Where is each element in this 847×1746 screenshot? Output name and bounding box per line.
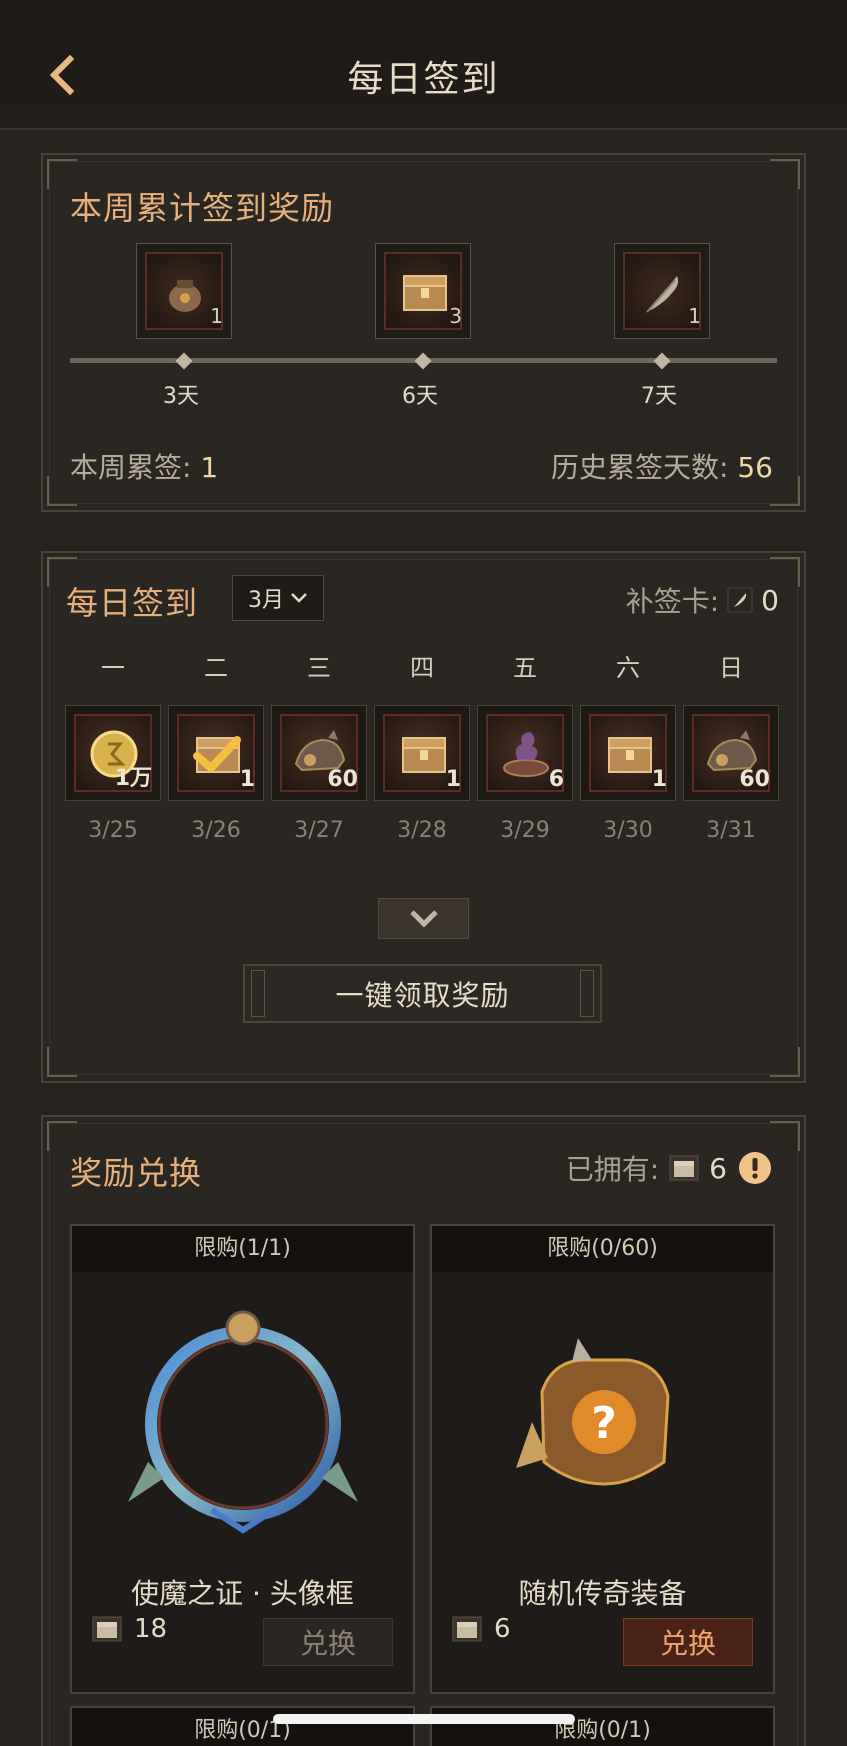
purchase-limit: 限购(1/1)	[72, 1226, 413, 1272]
day-cell-3-25[interactable]: 1万	[65, 705, 161, 801]
button-ornament	[251, 970, 265, 1017]
history-total-label: 历史累签天数:	[551, 451, 729, 484]
owned-currency: 已拥有: 6	[566, 1148, 773, 1188]
day-cell-3-31[interactable]: 60	[683, 705, 779, 801]
reward-count: 1	[210, 304, 223, 328]
day-date: 3/30	[603, 818, 653, 843]
day-cell-3-26[interactable]: 1	[168, 705, 264, 801]
chest-token-icon	[452, 1616, 482, 1642]
chevron-down-icon	[291, 593, 307, 603]
day-reward-count: 1	[651, 767, 667, 792]
claim-all-button[interactable]: 一键领取奖励	[243, 964, 602, 1023]
weekday-label: 四	[410, 654, 434, 682]
day-date: 3/28	[397, 818, 447, 843]
exchange-card-avatar-frame: 限购(1/1) 使魔之证 · 头像框 18 兑换	[70, 1224, 415, 1694]
makeup-card-label: 补签卡:	[625, 585, 720, 618]
page-title: 每日签到	[347, 59, 500, 100]
day-reward-count: 1	[445, 767, 461, 792]
owned-label: 已拥有:	[565, 1153, 660, 1186]
day-cell-3-29[interactable]: 6	[477, 705, 573, 801]
avatar-frame-icon	[128, 1310, 358, 1534]
history-total: 历史累签天数: 56	[551, 446, 773, 486]
week-total: 本周累签: 1	[70, 446, 218, 486]
reward-count: 1	[688, 304, 701, 328]
daily-signin-title: 每日签到	[66, 584, 199, 622]
weekly-reward-slot-3[interactable]: 1	[136, 243, 232, 339]
exchange-card-next: 限购(0/1)	[430, 1706, 775, 1746]
weekday-label: 六	[616, 654, 640, 682]
home-indicator[interactable]	[273, 1714, 575, 1724]
day-reward-count: 1万	[114, 766, 152, 791]
makeup-card-value: 0	[761, 583, 779, 617]
week-total-label: 本周累签:	[70, 451, 192, 484]
day-cell-3-30[interactable]: 1	[580, 705, 676, 801]
day-date: 3/25	[88, 818, 138, 843]
purchase-limit: 限购(0/60)	[432, 1226, 773, 1272]
chest-token-icon	[92, 1616, 122, 1642]
item-name: 使魔之证 · 头像框	[131, 1577, 354, 1610]
item-name: 随机传奇装备	[518, 1577, 687, 1610]
expand-calendar-button[interactable]	[378, 898, 469, 939]
weekday-label: 二	[204, 654, 228, 682]
weekly-reward-title: 本周累计签到奖励	[70, 189, 335, 227]
weekday-label: 日	[719, 654, 743, 682]
chest-token-icon	[669, 1155, 699, 1181]
top-bar: 每日签到	[0, 0, 847, 130]
milestone-label: 6天	[402, 384, 438, 409]
button-ornament	[580, 970, 594, 1017]
week-total-value: 1	[200, 451, 219, 484]
item-cost: 6	[452, 1614, 511, 1644]
item-cost-value: 6	[494, 1614, 511, 1644]
day-cell-3-27[interactable]: 60	[271, 705, 367, 801]
weekday-label: 一	[101, 654, 125, 682]
day-date: 3/31	[706, 818, 756, 843]
weekly-reward-slot-7[interactable]: 1	[614, 243, 710, 339]
makeup-card: 补签卡: 0	[626, 580, 779, 620]
day-reward-count: 60	[327, 767, 358, 792]
exchange-button[interactable]: 兑换	[623, 1618, 753, 1666]
exchange-card-legendary-gear: 限购(0/60) ? 随机传奇装备 6 兑换	[430, 1224, 775, 1694]
exchange-title: 奖励兑换	[70, 1154, 203, 1192]
weekday-label: 五	[513, 654, 537, 682]
reward-count: 3	[449, 304, 462, 328]
item-cost: 18	[92, 1614, 167, 1644]
chevron-down-icon	[410, 910, 438, 928]
svg-text:?: ?	[591, 1398, 617, 1449]
day-cell-3-28[interactable]: 1	[374, 705, 470, 801]
weekly-reward-slot-6[interactable]: 3	[375, 243, 471, 339]
mystery-armor-icon: ?	[516, 1338, 670, 1486]
history-total-value: 56	[737, 451, 773, 484]
feather-icon	[727, 587, 753, 613]
milestone-label: 7天	[641, 384, 677, 409]
day-date: 3/27	[294, 818, 344, 843]
exchange-button[interactable]: 兑换	[263, 1618, 393, 1666]
milestone-label: 3天	[163, 384, 199, 409]
day-reward-count: 1	[239, 767, 255, 792]
exchange-card-next: 限购(0/1)	[70, 1706, 415, 1746]
owned-value: 6	[709, 1151, 727, 1185]
item-cost-value: 18	[134, 1614, 168, 1644]
day-date: 3/26	[191, 818, 241, 843]
claim-all-label: 一键领取奖励	[335, 978, 510, 1012]
month-dropdown[interactable]: 3月	[232, 575, 324, 621]
day-date: 3/29	[500, 818, 550, 843]
weekday-label: 三	[307, 654, 331, 682]
day-reward-count: 60	[739, 767, 770, 792]
info-alert-icon[interactable]	[737, 1150, 773, 1186]
day-reward-count: 6	[548, 767, 564, 792]
month-value: 3月	[248, 588, 284, 613]
